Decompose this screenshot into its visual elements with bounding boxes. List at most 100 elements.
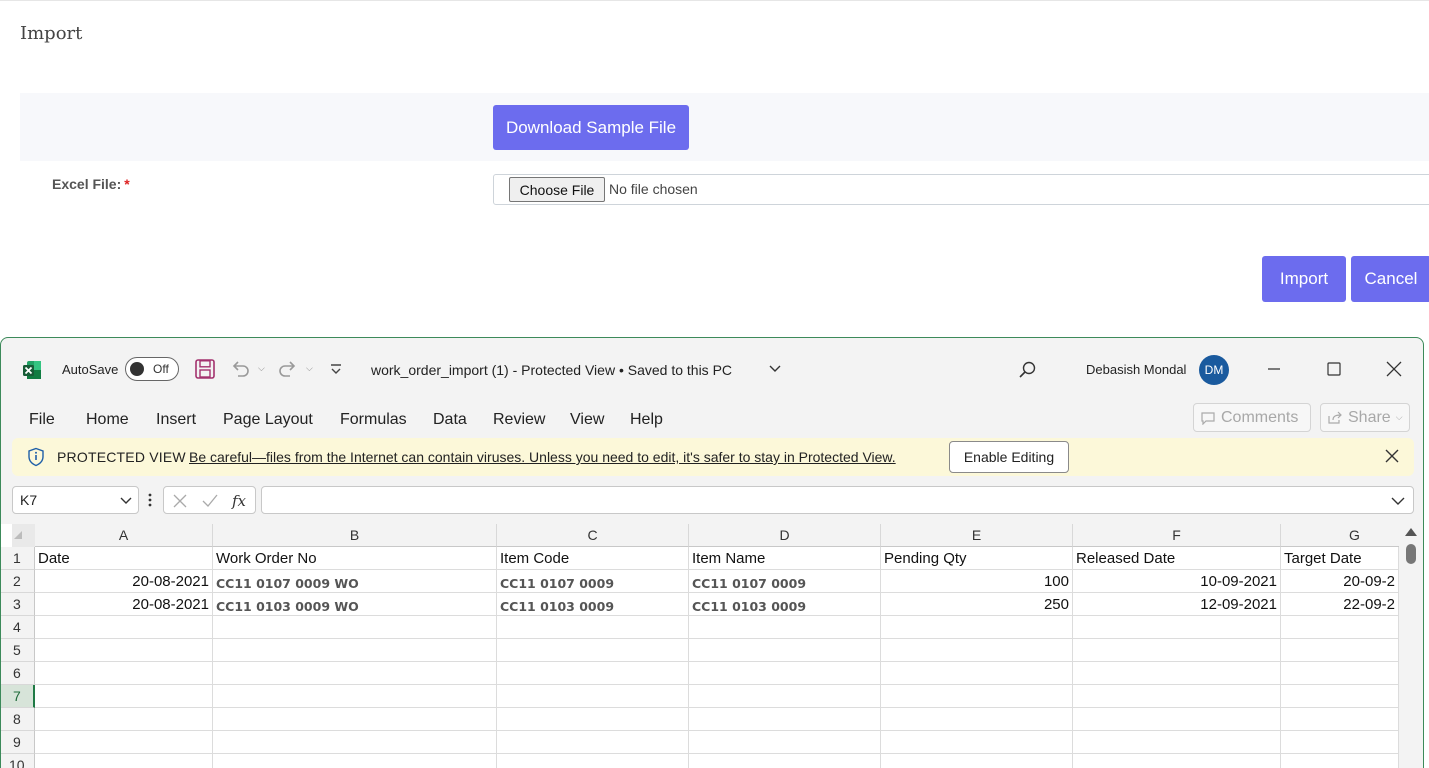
- row-header-10[interactable]: 10: [1, 754, 35, 768]
- empty-cell[interactable]: [689, 639, 881, 662]
- empty-cell[interactable]: [881, 616, 1073, 639]
- empty-cell[interactable]: [881, 708, 1073, 731]
- empty-cell[interactable]: [689, 754, 881, 768]
- row-header-8[interactable]: 8: [1, 708, 35, 731]
- empty-cell[interactable]: [1281, 616, 1399, 639]
- undo-icon[interactable]: [229, 358, 251, 380]
- save-icon[interactable]: [194, 358, 216, 380]
- empty-cell[interactable]: [881, 754, 1073, 768]
- empty-cell[interactable]: [1281, 708, 1399, 731]
- row-header-6[interactable]: 6: [1, 662, 35, 685]
- share-button[interactable]: Share ⌵: [1320, 403, 1410, 432]
- more-options-dots-icon[interactable]: [147, 492, 153, 508]
- cell-g2[interactable]: 20-09-2: [1281, 570, 1399, 593]
- empty-cell[interactable]: [1073, 639, 1281, 662]
- tab-formulas[interactable]: Formulas: [340, 411, 407, 429]
- row-header-4[interactable]: 4: [1, 616, 35, 639]
- empty-cell[interactable]: [881, 662, 1073, 685]
- row-header-9[interactable]: 9: [1, 731, 35, 754]
- empty-cell[interactable]: [1281, 685, 1399, 708]
- tab-review[interactable]: Review: [493, 411, 545, 429]
- minimize-icon[interactable]: [1263, 358, 1285, 380]
- row-header-1[interactable]: 1: [1, 547, 35, 570]
- scrollbar-thumb[interactable]: [1406, 544, 1416, 564]
- empty-cell[interactable]: [1281, 639, 1399, 662]
- protected-view-message[interactable]: Be careful—files from the Internet can c…: [189, 449, 896, 465]
- empty-cell[interactable]: [35, 662, 213, 685]
- insert-function-fx-icon[interactable]: fx: [232, 492, 246, 510]
- cell-b2[interactable]: CC11 0107 0009 WO: [213, 570, 497, 593]
- column-header-f[interactable]: F: [1073, 524, 1281, 547]
- user-name[interactable]: Debasish Mondal: [1086, 362, 1186, 377]
- tab-home[interactable]: Home: [86, 411, 129, 429]
- cell-a1[interactable]: Date: [35, 547, 213, 570]
- cell-d1[interactable]: Item Name: [689, 547, 881, 570]
- maximize-icon[interactable]: [1323, 358, 1345, 380]
- name-box-chevron-down-icon[interactable]: [120, 496, 132, 506]
- name-box[interactable]: K7: [12, 486, 139, 514]
- cancel-entry-icon[interactable]: [172, 493, 188, 509]
- undo-caret-icon[interactable]: ⌵: [258, 363, 265, 374]
- empty-cell[interactable]: [35, 639, 213, 662]
- title-chevron-down-icon[interactable]: [768, 363, 782, 375]
- enable-editing-button[interactable]: Enable Editing: [949, 441, 1069, 473]
- empty-cell[interactable]: [497, 639, 689, 662]
- vertical-scrollbar[interactable]: [1399, 524, 1423, 768]
- cell-c1[interactable]: Item Code: [497, 547, 689, 570]
- empty-cell[interactable]: [881, 731, 1073, 754]
- empty-cell[interactable]: [881, 639, 1073, 662]
- cell-a2[interactable]: 20-08-2021: [35, 570, 213, 593]
- cell-c3[interactable]: CC11 0103 0009: [497, 593, 689, 616]
- empty-cell[interactable]: [1073, 754, 1281, 768]
- cell-f1[interactable]: Released Date: [1073, 547, 1281, 570]
- spreadsheet-grid[interactable]: A B C D E F G 1 2 3 4 5 6 7 8 9 10 Date …: [1, 524, 1423, 768]
- empty-cell[interactable]: [689, 662, 881, 685]
- cell-g3[interactable]: 22-09-2: [1281, 593, 1399, 616]
- formula-bar-input[interactable]: [261, 486, 1414, 514]
- empty-cell[interactable]: [213, 616, 497, 639]
- empty-cell[interactable]: [1073, 731, 1281, 754]
- tab-data[interactable]: Data: [433, 411, 467, 429]
- empty-cell[interactable]: [213, 708, 497, 731]
- empty-cell[interactable]: [497, 662, 689, 685]
- empty-cell[interactable]: [35, 754, 213, 768]
- empty-cell[interactable]: [689, 708, 881, 731]
- cell-f3[interactable]: 12-09-2021: [1073, 593, 1281, 616]
- scroll-up-arrow-icon[interactable]: [1405, 528, 1417, 536]
- close-icon[interactable]: [1383, 358, 1405, 380]
- cell-e2[interactable]: 100: [881, 570, 1073, 593]
- empty-cell[interactable]: [497, 731, 689, 754]
- empty-cell[interactable]: [213, 639, 497, 662]
- document-title[interactable]: work_order_import (1) - Protected View •…: [371, 362, 732, 378]
- cell-e1[interactable]: Pending Qty: [881, 547, 1073, 570]
- empty-cell[interactable]: [1073, 708, 1281, 731]
- cancel-button[interactable]: Cancel: [1351, 256, 1429, 302]
- autosave-toggle[interactable]: Off: [125, 357, 179, 381]
- cell-d2[interactable]: CC11 0107 0009: [689, 570, 881, 593]
- empty-cell[interactable]: [35, 731, 213, 754]
- empty-cell[interactable]: [1281, 662, 1399, 685]
- column-header-d[interactable]: D: [689, 524, 881, 547]
- empty-cell[interactable]: [497, 685, 689, 708]
- choose-file-button[interactable]: Choose File: [509, 177, 605, 202]
- empty-cell[interactable]: [497, 616, 689, 639]
- cell-d3[interactable]: CC11 0103 0009: [689, 593, 881, 616]
- cell-c2[interactable]: CC11 0107 0009: [497, 570, 689, 593]
- empty-cell[interactable]: [213, 754, 497, 768]
- empty-cell[interactable]: [213, 731, 497, 754]
- tab-insert[interactable]: Insert: [156, 411, 196, 429]
- column-header-a[interactable]: A: [35, 524, 213, 547]
- tab-view[interactable]: View: [570, 411, 604, 429]
- expand-formula-bar-chevron-icon[interactable]: [1391, 495, 1405, 507]
- cell-b1[interactable]: Work Order No: [213, 547, 497, 570]
- redo-icon[interactable]: [277, 358, 299, 380]
- empty-cell[interactable]: [213, 685, 497, 708]
- download-sample-button[interactable]: Download Sample File: [493, 105, 689, 150]
- tab-help[interactable]: Help: [630, 411, 663, 429]
- redo-caret-icon[interactable]: ⌵: [306, 363, 313, 374]
- empty-cell[interactable]: [689, 616, 881, 639]
- row-header-5[interactable]: 5: [1, 639, 35, 662]
- cell-f2[interactable]: 10-09-2021: [1073, 570, 1281, 593]
- empty-cell[interactable]: [497, 754, 689, 768]
- tab-file[interactable]: File: [29, 411, 55, 429]
